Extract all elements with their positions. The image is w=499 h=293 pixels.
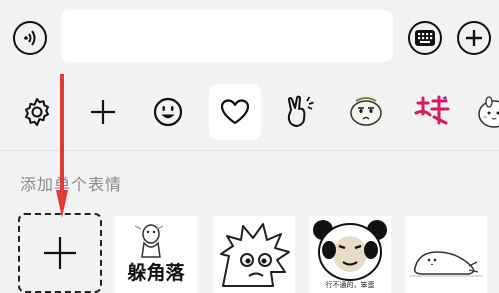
- tab-emoji[interactable]: [142, 84, 194, 140]
- gear-icon: [25, 98, 49, 126]
- keyboard-icon: [415, 30, 435, 46]
- voice-button[interactable]: [13, 21, 47, 55]
- cute-face-icon: [478, 96, 499, 128]
- sticker-image: [409, 251, 483, 277]
- tab-sticker-pack[interactable]: [405, 84, 457, 140]
- sticker-image: [220, 223, 290, 287]
- divider: [0, 150, 499, 151]
- add-single-sticker-button[interactable]: [18, 213, 102, 293]
- message-input[interactable]: [61, 10, 393, 62]
- plus-icon: [466, 30, 482, 46]
- victory-hand-icon: [287, 95, 314, 127]
- tab-sticker-cute[interactable]: [466, 84, 499, 140]
- heart-icon: [220, 99, 250, 125]
- tab-sticker-meme[interactable]: [340, 84, 392, 140]
- tab-sticker-victory[interactable]: [274, 84, 326, 140]
- sticker-caption: 行不通的，笨蛋: [325, 281, 375, 289]
- meme-face-icon: [350, 97, 382, 126]
- voice-icon: [24, 30, 36, 46]
- sticker-item[interactable]: [213, 216, 295, 293]
- section-title: 添加单个表情: [20, 175, 123, 194]
- input-bar: [0, 0, 499, 72]
- plus-icon: [91, 100, 115, 124]
- sticker-item[interactable]: 行不通的，笨蛋: [309, 216, 391, 293]
- tab-add[interactable]: [77, 84, 129, 140]
- sticker-item[interactable]: 躲角落: [115, 216, 197, 293]
- tab-favorites[interactable]: [209, 84, 261, 140]
- emoji-tab-bar: [0, 78, 499, 146]
- plus-icon: [44, 237, 76, 269]
- tab-settings[interactable]: [11, 84, 63, 140]
- sticker-item[interactable]: [405, 216, 487, 293]
- sticker-pack-icon: [414, 95, 450, 125]
- smiley-icon: [153, 97, 183, 127]
- sticker-text: 躲角落: [127, 262, 185, 284]
- more-button[interactable]: [457, 21, 491, 55]
- keyboard-button[interactable]: [408, 21, 442, 55]
